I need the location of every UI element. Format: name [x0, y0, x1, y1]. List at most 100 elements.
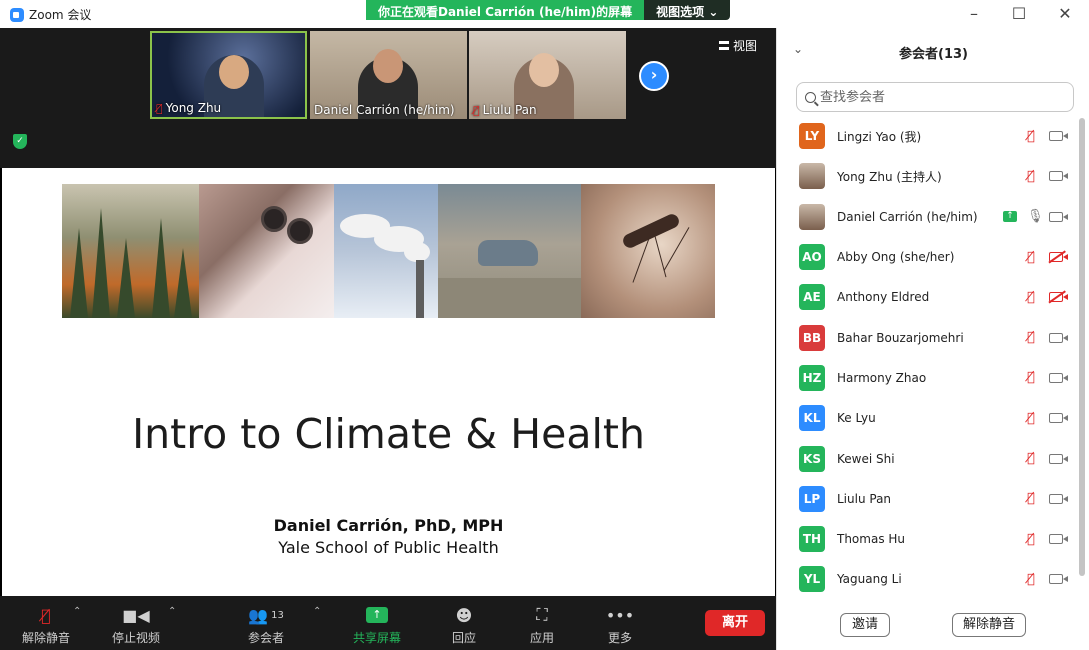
- mic-muted-icon[interactable]: 🎙̸: [1027, 451, 1035, 466]
- participant-row[interactable]: AE Anthony Eldred 🎙̸: [777, 277, 1077, 317]
- panel-scrollbar[interactable]: [1079, 118, 1085, 576]
- minimize-button[interactable]: –: [962, 4, 986, 23]
- share-banner-message: 你正在观看Daniel Carrión (he/him)的屏幕: [366, 0, 645, 20]
- participant-name: Lingzi Yao (我): [837, 129, 922, 144]
- mic-muted-icon[interactable]: 🎙̸: [1027, 572, 1035, 587]
- leave-button[interactable]: 离开: [705, 610, 765, 636]
- participant-row[interactable]: LP Liulu Pan 🎙̸: [777, 479, 1077, 519]
- video-camera-icon[interactable]: [1049, 131, 1068, 142]
- video-camera-icon[interactable]: [1049, 332, 1068, 343]
- more-label: 更多: [607, 631, 632, 645]
- mic-muted-icon[interactable]: 🎙̸: [1027, 370, 1035, 385]
- participant-name: Thomas Hu: [837, 532, 906, 547]
- participant-name: Yaguang Li: [837, 572, 902, 587]
- mosquito-leg-shape: [663, 227, 690, 271]
- participant-search[interactable]: [796, 82, 1074, 112]
- apps-button[interactable]: ⛶ 应用: [507, 604, 577, 646]
- video-camera-icon[interactable]: [1049, 534, 1068, 545]
- avatar: KL: [799, 405, 825, 432]
- person-head: [219, 55, 249, 89]
- mic-muted-icon[interactable]: 🎙̸: [1027, 169, 1035, 184]
- stop-video-button[interactable]: ■◀ 停止视频: [101, 604, 171, 646]
- flood-water-shape: [438, 278, 581, 318]
- mic-muted-icon[interactable]: 🎙̸: [1027, 491, 1035, 506]
- view-button[interactable]: 视图: [719, 37, 757, 54]
- panel-title: 参会者(13): [899, 47, 968, 62]
- mic-muted-icon[interactable]: 🎙̸: [1027, 330, 1035, 345]
- security-shield-icon[interactable]: ✓: [13, 134, 27, 149]
- participant-row[interactable]: Daniel Carrión (he/him) ↑ 🎙: [777, 197, 1077, 237]
- apps-icon: ⛶: [536, 605, 548, 624]
- reactions-smiley-icon: ☻: [455, 605, 473, 625]
- mic-muted-icon[interactable]: 🎙̸: [1027, 129, 1035, 144]
- participant-row[interactable]: HZ Harmony Zhao 🎙̸: [777, 358, 1077, 398]
- thumbnail-name: Daniel Carrión (he/him): [314, 103, 455, 117]
- gallery-strip: 🎙̸ Yong Zhu Daniel Carrión (he/him) 🎙̸ L…: [0, 28, 776, 168]
- smokestack-shape: [416, 260, 424, 318]
- more-button[interactable]: ••• 更多: [585, 604, 655, 646]
- search-input[interactable]: [820, 89, 1060, 105]
- tree-shape: [174, 248, 192, 318]
- close-window-button[interactable]: ✕: [1053, 4, 1077, 23]
- video-camera-icon[interactable]: [1049, 372, 1068, 383]
- video-thumbnail[interactable]: Daniel Carrión (he/him): [310, 31, 467, 119]
- participant-row[interactable]: YL Yaguang Li 🎙̸: [777, 559, 1077, 599]
- participant-name: Harmony Zhao: [837, 370, 927, 385]
- mic-muted-icon: 🎙̸: [156, 101, 163, 115]
- unmute-button[interactable]: 🎙̸ 解除静音: [11, 604, 81, 646]
- next-page-arrow-icon[interactable]: ›: [639, 61, 669, 91]
- thumbnail-name: 🎙̸ Yong Zhu: [156, 101, 221, 115]
- audio-options-caret-icon[interactable]: ⌃: [73, 606, 81, 617]
- participants-panel: ⌄ 参会者(13) LYLingzi Yao (我)🎙̸Yong Zhu (主持…: [776, 28, 1089, 650]
- participants-icon: 👥: [248, 605, 269, 625]
- video-thumbnail[interactable]: 🎙̸ Liulu Pan: [469, 31, 626, 119]
- invite-button[interactable]: 邀请: [840, 613, 890, 637]
- participant-row[interactable]: AO Abby Ong (she/her) 🎙̸: [777, 237, 1077, 277]
- reactions-button[interactable]: ☻ 回应: [429, 604, 499, 646]
- video-camera-icon[interactable]: [1049, 413, 1068, 424]
- participants-button[interactable]: 👥 13 参会者: [231, 604, 301, 646]
- thumbnail-name: 🎙̸ Liulu Pan: [473, 103, 537, 117]
- video-off-icon[interactable]: [1049, 252, 1068, 263]
- mic-muted-icon[interactable]: 🎙̸: [1027, 532, 1035, 547]
- mosquito-photo: [581, 184, 715, 318]
- maximize-button[interactable]: ☐: [1007, 4, 1031, 23]
- mic-muted-icon[interactable]: 🎙̸: [1027, 411, 1035, 426]
- smokestack-photo: [334, 184, 438, 318]
- participant-row[interactable]: Yong Zhu (主持人) 🎙̸: [777, 156, 1077, 196]
- participant-row[interactable]: KL Ke Lyu 🎙̸: [777, 398, 1077, 438]
- participant-row[interactable]: BB Bahar Bouzarjomehri 🎙̸: [777, 317, 1077, 357]
- participant-name: Abby Ong (she/her): [837, 250, 955, 265]
- slide-photo-strip: [62, 184, 715, 318]
- share-screen-label: 共享屏幕: [352, 631, 401, 645]
- video-camera-icon[interactable]: [1049, 211, 1068, 222]
- unmute-all-button[interactable]: 解除静音: [952, 613, 1026, 637]
- avatar: AO: [799, 244, 825, 271]
- person-head: [529, 53, 559, 87]
- participant-row[interactable]: LY Lingzi Yao (我) 🎙̸: [777, 116, 1077, 156]
- video-camera-icon[interactable]: [1049, 493, 1068, 504]
- zoom-window: Zoom 会议 你正在观看Daniel Carrión (he/him)的屏幕 …: [0, 0, 1089, 650]
- slide-affiliation: Yale School of Public Health: [278, 538, 499, 557]
- grid-view-icon: [719, 41, 729, 50]
- participant-row[interactable]: TH Thomas Hu 🎙̸: [777, 519, 1077, 559]
- avatar: KS: [799, 445, 825, 472]
- mic-muted-icon[interactable]: 🎙̸: [1027, 250, 1035, 265]
- app-title: Zoom 会议: [10, 6, 91, 23]
- video-camera-icon[interactable]: [1049, 574, 1068, 585]
- video-camera-icon[interactable]: [1049, 453, 1068, 464]
- wildfire-photo: [62, 184, 199, 318]
- video-camera-icon[interactable]: [1049, 171, 1068, 182]
- participants-options-caret-icon[interactable]: ⌃: [313, 606, 321, 617]
- view-options-button[interactable]: 视图选项 ⌄: [644, 0, 731, 20]
- participant-name: Liulu Pan: [837, 491, 892, 506]
- video-thumbnail[interactable]: 🎙̸ Yong Zhu: [150, 31, 307, 119]
- share-screen-button[interactable]: ↑ 共享屏幕: [342, 604, 412, 646]
- video-off-icon[interactable]: [1049, 292, 1068, 303]
- tree-shape: [152, 218, 170, 318]
- participant-row[interactable]: KS Kewei Shi 🎙̸: [777, 438, 1077, 478]
- mic-muted-icon[interactable]: 🎙̸: [1027, 290, 1035, 305]
- more-dots-icon: •••: [605, 605, 635, 625]
- video-options-caret-icon[interactable]: ⌃: [168, 606, 176, 617]
- mic-icon[interactable]: 🎙: [1027, 209, 1044, 224]
